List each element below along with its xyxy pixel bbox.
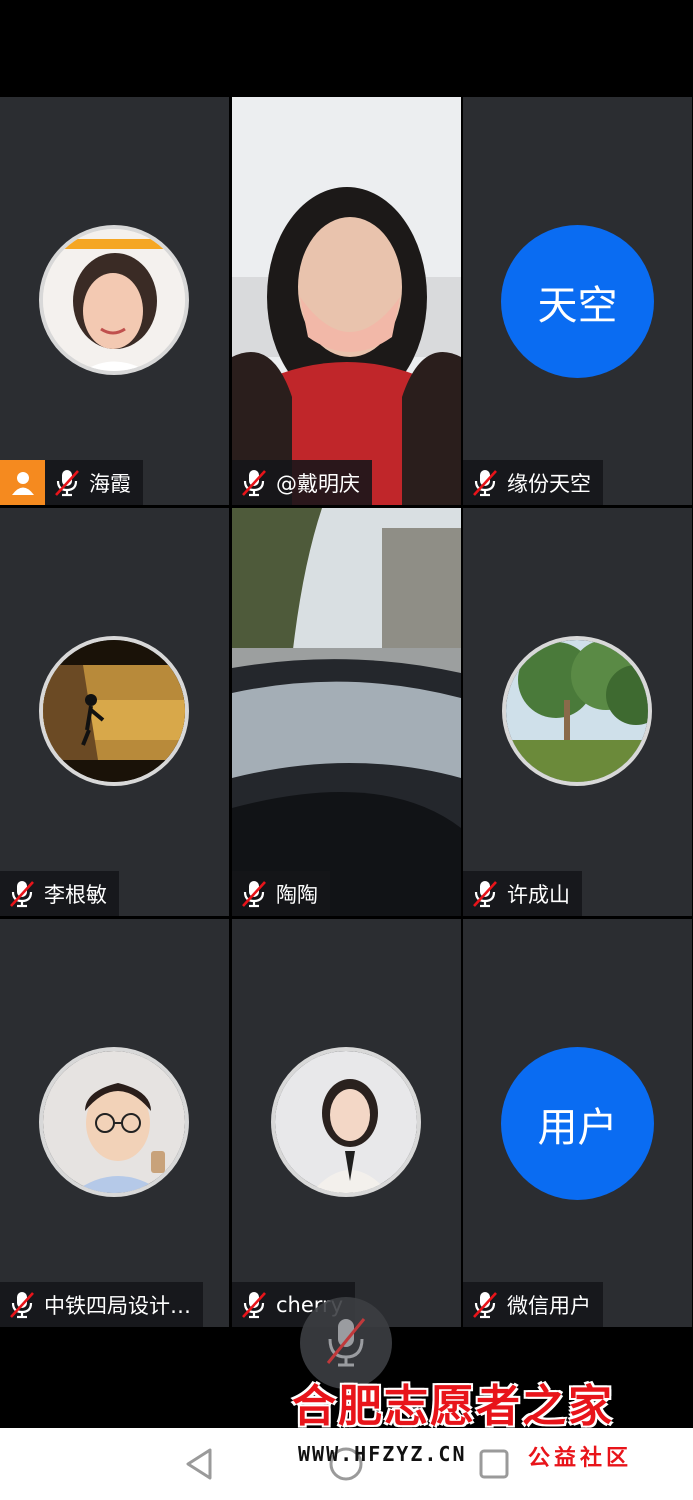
participant-tile[interactable]: cherry bbox=[232, 919, 461, 1327]
participant-tile[interactable]: 海霞 bbox=[0, 97, 229, 505]
participant-name: 海霞 bbox=[89, 471, 131, 496]
avatar: 用户 bbox=[501, 1047, 654, 1200]
avatar bbox=[39, 225, 189, 375]
participant-name: 李根敏 bbox=[44, 882, 107, 907]
participant-name: 许成山 bbox=[507, 882, 570, 907]
participant-name: @戴明庆 bbox=[276, 471, 360, 496]
participant-label: 中铁四局设计… bbox=[0, 1282, 203, 1327]
mic-muted-icon bbox=[240, 1290, 268, 1320]
mic-muted-icon bbox=[471, 1290, 499, 1320]
participant-tile[interactable]: @戴明庆 bbox=[232, 97, 461, 505]
participant-label: 微信用户 bbox=[463, 1282, 603, 1327]
participant-label: 李根敏 bbox=[0, 871, 119, 916]
watermark-title: 合肥志愿者之家 bbox=[292, 1381, 614, 1432]
avatar bbox=[502, 636, 652, 786]
participant-tile[interactable]: 用户 微信用户 bbox=[463, 919, 692, 1327]
avatar: 天空 bbox=[501, 225, 654, 378]
recents-icon[interactable] bbox=[476, 1446, 512, 1482]
mic-muted-icon bbox=[471, 879, 499, 909]
participant-tile[interactable]: 许成山 bbox=[463, 508, 692, 916]
mic-muted-icon bbox=[240, 468, 268, 498]
watermark-url: WWW.HFZYZ.CN bbox=[298, 1442, 467, 1466]
participant-tile[interactable]: 中铁四局设计… bbox=[0, 919, 229, 1327]
participant-name: 陶陶 bbox=[276, 882, 318, 907]
participant-name: 缘份天空 bbox=[507, 471, 591, 496]
mic-muted-icon bbox=[53, 468, 81, 498]
participant-label: 许成山 bbox=[463, 871, 582, 916]
participant-label: 海霞 bbox=[0, 460, 143, 505]
watermark-tag: 公益社区 bbox=[528, 1445, 633, 1471]
participant-name: 微信用户 bbox=[507, 1293, 591, 1318]
participant-tile[interactable]: 李根敏 bbox=[0, 508, 229, 916]
avatar bbox=[271, 1047, 421, 1197]
participant-name: 中铁四局设计… bbox=[44, 1293, 191, 1318]
participant-tile[interactable]: 陶陶 bbox=[232, 508, 461, 916]
video-feed bbox=[232, 508, 461, 916]
avatar bbox=[39, 1047, 189, 1197]
participant-label: 缘份天空 bbox=[463, 460, 603, 505]
participant-tile[interactable]: 天空 缘份天空 bbox=[463, 97, 692, 505]
participant-label: @戴明庆 bbox=[232, 460, 372, 505]
participant-grid: 海霞 @戴明庆 天空 缘份天空 李根敏 陶陶 许成山 中铁四局设计… cherr… bbox=[0, 97, 693, 1329]
host-icon bbox=[0, 460, 45, 505]
back-icon[interactable] bbox=[182, 1446, 216, 1482]
avatar bbox=[39, 636, 189, 786]
video-feed bbox=[232, 97, 461, 505]
mic-muted-icon bbox=[471, 468, 499, 498]
mic-muted-icon bbox=[8, 879, 36, 909]
participant-label: 陶陶 bbox=[232, 871, 330, 916]
mic-muted-icon bbox=[240, 879, 268, 909]
mic-muted-icon bbox=[8, 1290, 36, 1320]
